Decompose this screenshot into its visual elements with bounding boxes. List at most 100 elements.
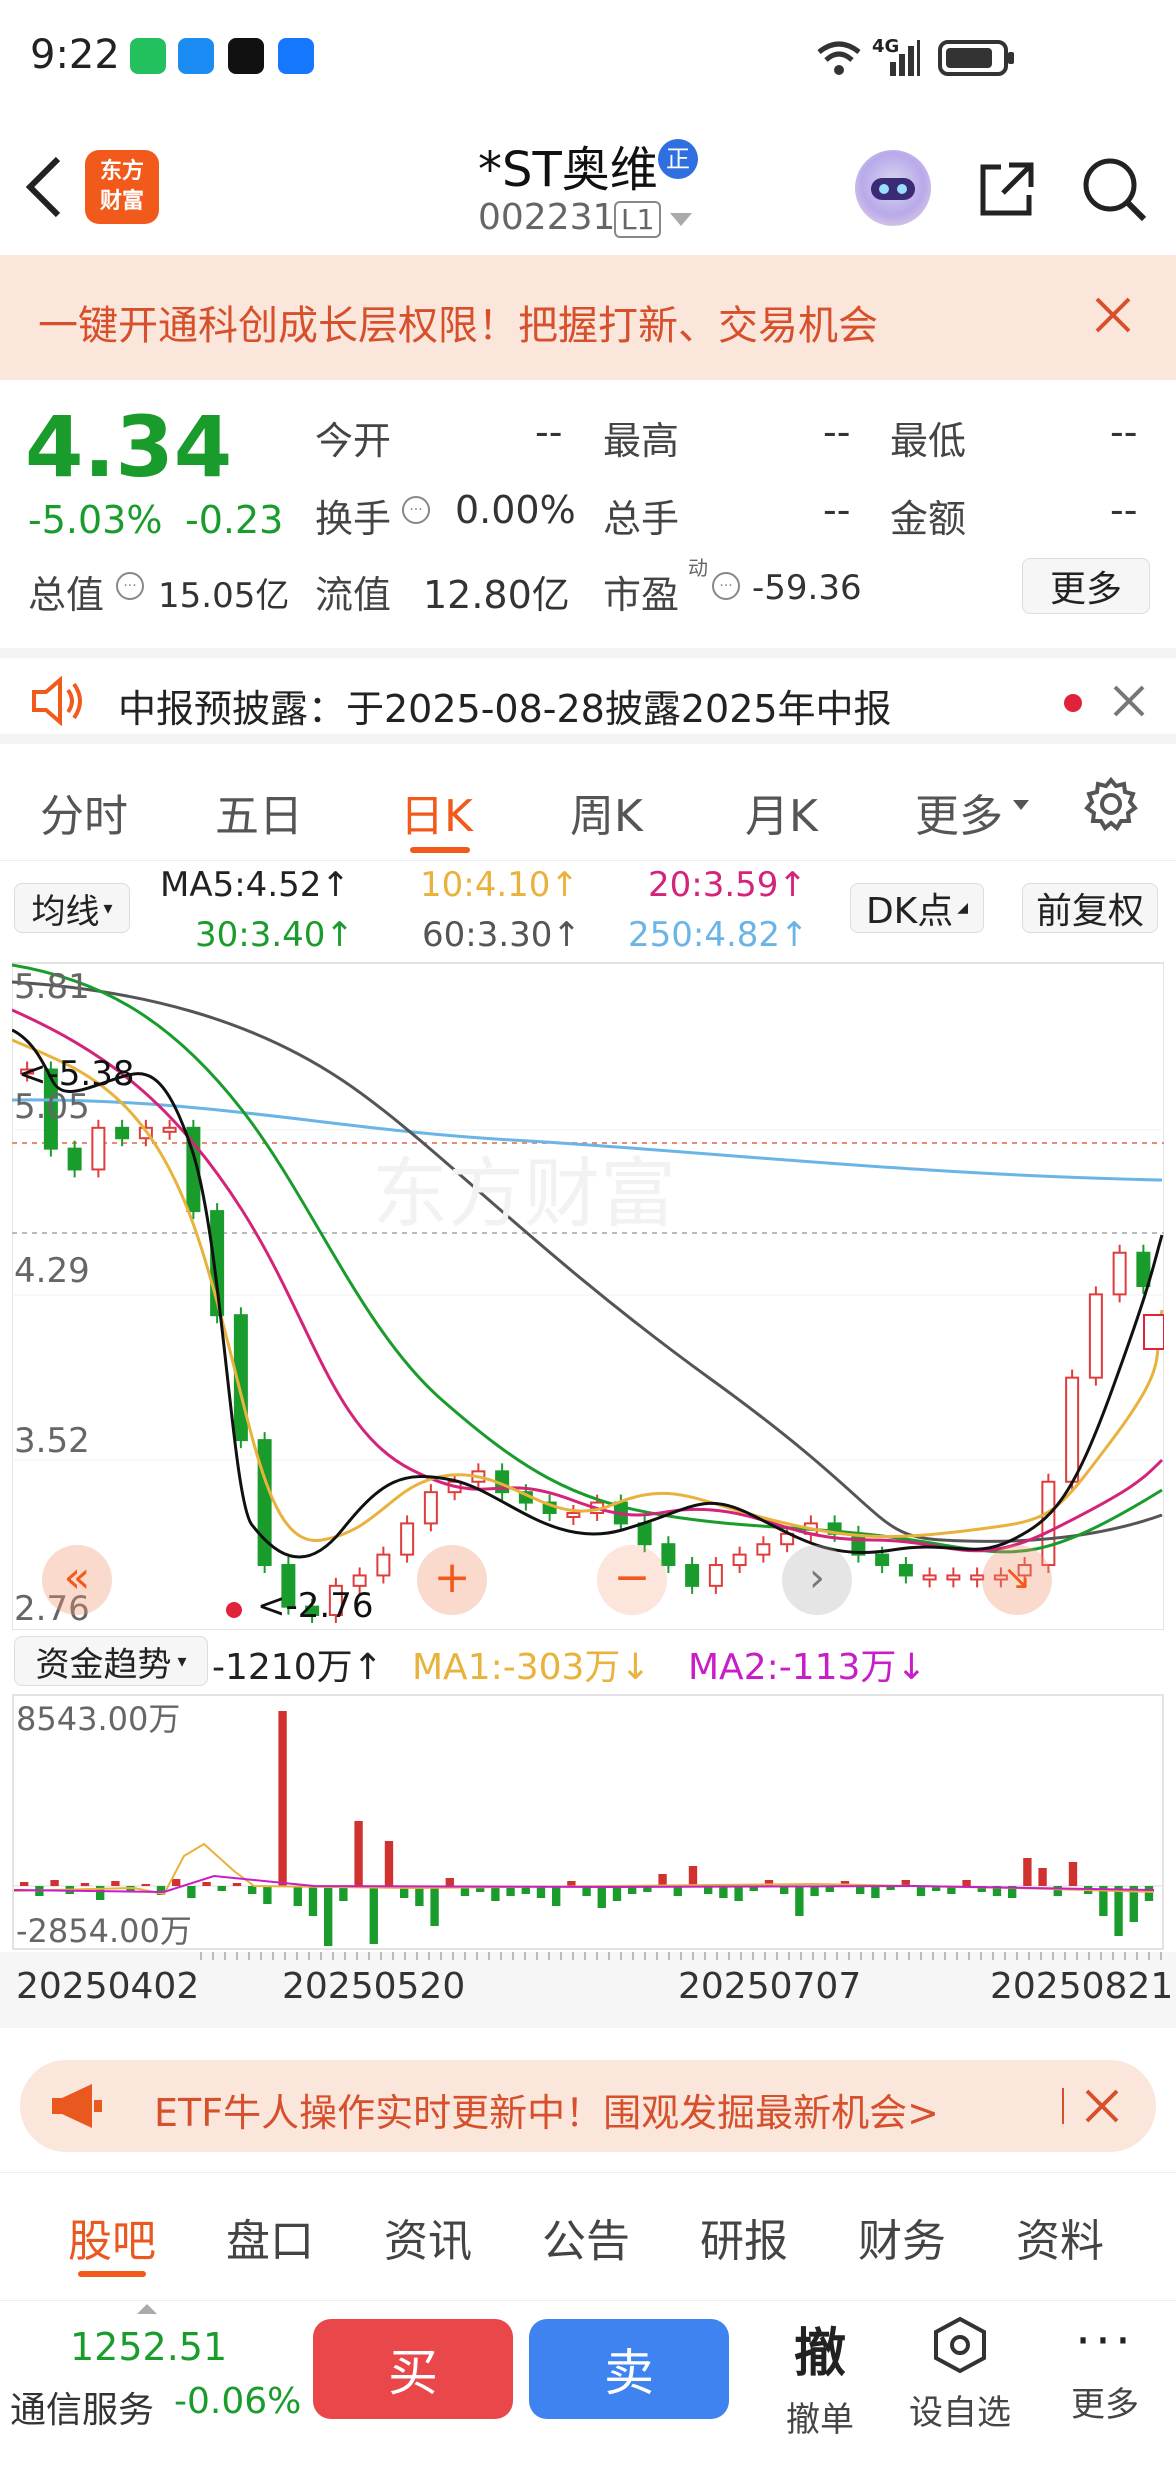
tab-news[interactable]: 资讯 xyxy=(384,2205,472,2269)
eastmoney-logo[interactable]: 东方 财富 xyxy=(85,150,159,224)
more-label: 更多 xyxy=(1071,2385,1139,2425)
scroll-left-button[interactable]: « xyxy=(42,1545,112,1615)
gear-icon[interactable] xyxy=(1083,776,1139,832)
buy-button[interactable]: 买 xyxy=(313,2319,513,2419)
candle xyxy=(423,1491,438,1525)
float-value: 12.80亿 xyxy=(423,573,570,617)
fund-selector[interactable]: 资金趋势 ▾ xyxy=(14,1636,208,1686)
search-icon[interactable] xyxy=(1080,155,1148,223)
date-ticks xyxy=(200,1952,1170,1960)
kline-chart[interactable]: 东方财富 5.81 5.05 4.29 3.52 2.76 <-5.38 <-2… xyxy=(12,960,1164,1630)
expand-button[interactable]: ↘ xyxy=(982,1545,1052,1615)
ma-selector[interactable]: 均线 ▾ xyxy=(14,883,130,933)
info-icon[interactable]: ··· xyxy=(712,572,740,600)
fund-bar xyxy=(293,1886,302,1906)
tab-more[interactable]: 更多 xyxy=(915,780,1003,844)
fund-bar xyxy=(339,1886,348,1901)
fund-svg: 8543.00万 -2854.00万 xyxy=(14,1700,1162,1948)
stock-title: *ST奥维 xyxy=(478,142,658,198)
tab-minute[interactable]: 分时 xyxy=(40,780,128,844)
fund-bar xyxy=(552,1886,561,1906)
tab-finance[interactable]: 财务 xyxy=(858,2205,946,2269)
pe-label: 市盈 xyxy=(603,573,680,617)
corner-arrow-icon: ◢ xyxy=(957,900,969,916)
candle xyxy=(637,1522,652,1546)
ma-selector-label: 均线 xyxy=(31,891,100,932)
amount-label: 金额 xyxy=(890,497,967,541)
change-amount: -0.23 xyxy=(185,498,284,542)
tab-underline xyxy=(78,2271,146,2277)
ma5-value: MA5:4.52↑ xyxy=(160,865,350,905)
candle xyxy=(922,1574,937,1581)
fund-bar xyxy=(354,1821,363,1886)
candle xyxy=(352,1574,367,1587)
ma60-value: 60:3.30↑ xyxy=(422,915,581,955)
fund-min-label: -2854.00万 xyxy=(16,1912,192,1948)
chevron-down-icon[interactable] xyxy=(668,211,694,229)
pe-value: -59.36 xyxy=(752,568,862,608)
tab-month-k[interactable]: 月K xyxy=(745,780,818,844)
dk-point-button[interactable]: DK点 ◢ xyxy=(850,883,984,933)
back-arrow-icon[interactable] xyxy=(22,155,66,219)
tab-profile[interactable]: 资料 xyxy=(1016,2205,1104,2269)
tab-announcement[interactable]: 公告 xyxy=(542,2205,630,2269)
sell-button[interactable]: 卖 xyxy=(529,2319,729,2419)
notice-bar[interactable]: 中报预披露：于2025-08-28披露2025年中报 xyxy=(0,648,1176,744)
battery-icon xyxy=(938,40,1014,76)
unread-dot xyxy=(1064,694,1082,712)
tab-guba[interactable]: 股吧 xyxy=(68,2205,156,2269)
content-tabs: 股吧 盘口 资讯 公告 研报 财务 资料 xyxy=(0,2172,1176,2290)
tab-underline xyxy=(410,847,470,853)
share-icon[interactable] xyxy=(975,157,1039,221)
notice-text: 中报预披露：于2025-08-28披露2025年中报 xyxy=(118,687,892,731)
tab-day-k[interactable]: 日K xyxy=(400,780,473,844)
close-icon[interactable] xyxy=(1112,684,1146,718)
promo-banner[interactable]: 一键开通科创成长层权限！把握打新、交易机会 xyxy=(0,255,1176,380)
open-value: -- xyxy=(535,410,563,454)
ma30-value: 30:3.40↑ xyxy=(195,915,354,955)
close-icon[interactable] xyxy=(1084,2088,1120,2124)
candle xyxy=(756,1543,771,1556)
b-marker xyxy=(1143,1314,1164,1350)
robot-avatar-icon[interactable] xyxy=(855,150,931,226)
fund-bar xyxy=(1068,1862,1078,1886)
price-label-top: 5.81 xyxy=(14,967,90,1007)
fund-bar xyxy=(263,1886,272,1904)
candle xyxy=(91,1126,106,1171)
fund-bar xyxy=(20,1882,29,1886)
etf-banner[interactable]: ETF牛人操作实时更新中！围观发掘最新机会> xyxy=(20,2060,1156,2152)
tab-pankou[interactable]: 盘口 xyxy=(226,2205,314,2269)
tab-research[interactable]: 研报 xyxy=(700,2205,788,2269)
dropdown-arrow-icon: ▾ xyxy=(177,1650,187,1672)
fund-bar xyxy=(430,1886,439,1926)
close-icon[interactable] xyxy=(1093,295,1133,335)
info-icon[interactable]: ··· xyxy=(402,496,430,524)
fund-bar xyxy=(248,1886,257,1894)
index-ticker[interactable]: 1252.51 通信服务 -0.06% xyxy=(0,2301,301,2480)
fund-max-label: 8543.00万 xyxy=(16,1700,180,1738)
zoom-in-button[interactable]: + xyxy=(417,1545,487,1615)
more-actions-button[interactable]: ··· 更多 xyxy=(1050,2311,1160,2451)
cancel-order-button[interactable]: 撤 撤单 xyxy=(770,2311,870,2451)
scroll-right-button[interactable]: › xyxy=(782,1545,852,1615)
candle xyxy=(1088,1293,1103,1379)
fund-bar xyxy=(871,1886,880,1898)
more-button[interactable]: 更多 xyxy=(1022,558,1150,614)
add-watchlist-button[interactable]: 设自选 xyxy=(900,2311,1020,2451)
info-icon[interactable]: ··· xyxy=(116,572,144,600)
fund-bar xyxy=(597,1886,606,1908)
chart-tabs: 分时 五日 日K 周K 月K 更多 xyxy=(0,752,1176,857)
float-label: 流值 xyxy=(315,573,392,617)
tab-five-day[interactable]: 五日 xyxy=(215,780,303,844)
zoom-out-button[interactable]: − xyxy=(597,1545,667,1615)
adjust-button[interactable]: 前复权 xyxy=(1022,883,1158,933)
fund-ma2: MA2:-113万↓ xyxy=(688,1647,927,1688)
fund-bar xyxy=(278,1711,287,1886)
top-nav: 东方 财富 *ST奥维 正 002231 L1 xyxy=(0,115,1176,255)
ma10-value: 10:4.10↑ xyxy=(420,865,579,905)
tab-week-k[interactable]: 周K xyxy=(570,780,643,844)
divider xyxy=(1062,2088,1064,2124)
fund-bar xyxy=(688,1866,698,1886)
fund-chart[interactable]: 8543.00万 -2854.00万 xyxy=(12,1694,1164,1950)
candle xyxy=(162,1126,177,1133)
